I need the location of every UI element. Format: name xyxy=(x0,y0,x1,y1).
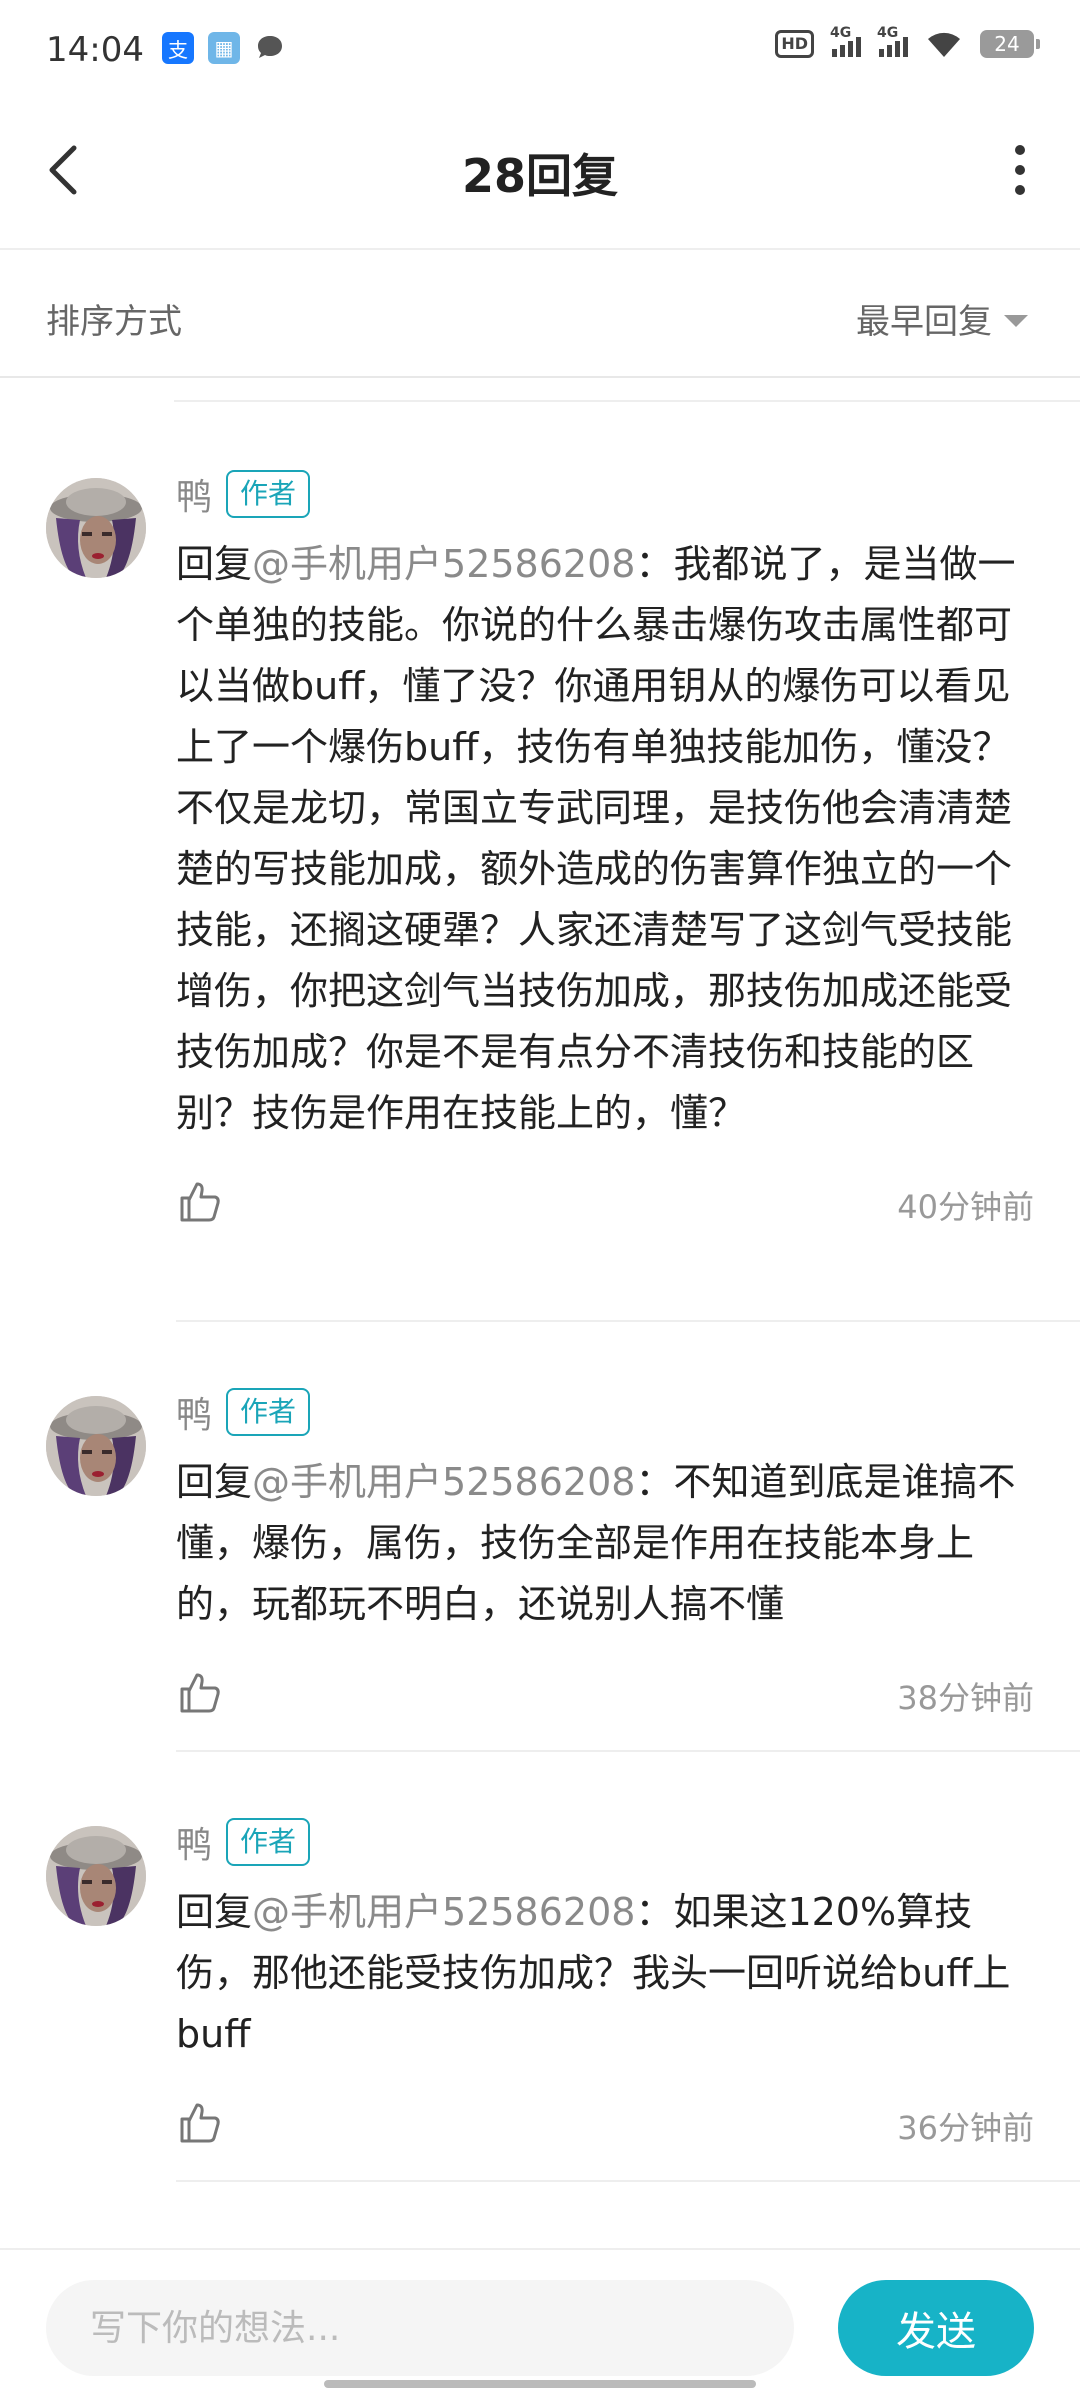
battery-icon: 24 xyxy=(980,30,1040,58)
send-button[interactable]: 发送 xyxy=(838,2280,1034,2376)
username[interactable]: 鸭 xyxy=(176,1816,212,1868)
divider xyxy=(176,1320,1080,1322)
status-time: 14:04 xyxy=(46,30,144,70)
reply-prefix: 回复 xyxy=(176,1460,253,1504)
signal-icon-1: 4G xyxy=(830,25,861,57)
mention-link[interactable]: @手机用户52586208 xyxy=(252,1890,635,1934)
thumbs-up-icon xyxy=(180,2103,220,2143)
comment-text[interactable]: 回复@手机用户52586208：我都说了，是当做一个单独的技能。你说的什么暴击爆… xyxy=(176,534,1034,1144)
mention-link[interactable]: @手机用户52586208 xyxy=(252,542,635,586)
comment-body: 鸭 作者 回复@手机用户52586208：如果这120%算技伤，那他还能受技伤加… xyxy=(176,1816,1034,2159)
reply-bar: 发送 xyxy=(0,2248,1080,2400)
comment-time: 36分钟前 xyxy=(897,2109,1034,2147)
signal-icon-2: 4G xyxy=(877,25,908,57)
caret-down-icon xyxy=(1004,314,1028,327)
thumbs-up-icon xyxy=(180,1182,220,1222)
header: 28回复 xyxy=(0,104,1080,250)
author-badge: 作者 xyxy=(226,1388,311,1436)
reply-input[interactable] xyxy=(46,2280,794,2376)
message-icon xyxy=(254,32,286,64)
avatar[interactable] xyxy=(46,478,146,578)
more-button[interactable] xyxy=(990,140,1050,200)
reply-prefix: 回复 xyxy=(176,542,253,586)
divider xyxy=(174,400,1080,402)
comment-header: 鸭 作者 xyxy=(176,468,1034,520)
mention-link[interactable]: @手机用户52586208 xyxy=(252,1460,635,1504)
comment-footer: 40分钟前 xyxy=(176,1178,1034,1238)
username[interactable]: 鸭 xyxy=(176,1386,212,1438)
comment-time: 38分钟前 xyxy=(897,1679,1034,1717)
reply-prefix: 回复 xyxy=(176,1890,253,1934)
sort-selected: 最早回复 xyxy=(856,302,992,342)
comment-text[interactable]: 回复@手机用户52586208：如果这120%算技伤，那他还能受技伤加成？我头一… xyxy=(176,1882,1034,2065)
comment-footer: 36分钟前 xyxy=(176,2099,1034,2159)
hd-icon: HD xyxy=(775,30,814,58)
notification-icons: 支 ▦ xyxy=(162,32,286,64)
like-button[interactable] xyxy=(176,2099,224,2147)
divider xyxy=(176,2180,1080,2182)
comment-body: 鸭 作者 回复@手机用户52586208：不知道到底是谁搞不懂，爆伤，属伤，技伤… xyxy=(176,1386,1034,1729)
divider xyxy=(176,1750,1080,1752)
status-right: HD 4G 4G 24 xyxy=(775,25,1040,58)
status-bar: 14:04 支 ▦ HD 4G 4G 24 xyxy=(0,0,1080,104)
username[interactable]: 鸭 xyxy=(176,468,212,520)
wifi-icon xyxy=(928,32,960,57)
author-badge: 作者 xyxy=(226,470,311,518)
like-button[interactable] xyxy=(176,1669,224,1717)
like-button[interactable] xyxy=(176,1178,224,1226)
comment-header: 鸭 作者 xyxy=(176,1386,1034,1438)
sort-bar: 排序方式 最早回复 xyxy=(0,252,1080,378)
comment-header: 鸭 作者 xyxy=(176,1816,1034,1868)
avatar[interactable] xyxy=(46,1826,146,1926)
comment-content: ：我都说了，是当做一个单独的技能。你说的什么暴击爆伤攻击属性都可以当做buff，… xyxy=(176,542,1016,1135)
more-vertical-icon xyxy=(1015,145,1025,195)
comment-text[interactable]: 回复@手机用户52586208：不知道到底是谁搞不懂，爆伤，属伤，技伤全部是作用… xyxy=(176,1452,1034,1635)
comment-footer: 38分钟前 xyxy=(176,1669,1034,1729)
comment-time: 40分钟前 xyxy=(897,1188,1034,1226)
alipay-icon: 支 xyxy=(162,32,194,64)
author-badge: 作者 xyxy=(226,1818,311,1866)
thumbs-up-icon xyxy=(180,1673,220,1713)
sort-label: 排序方式 xyxy=(46,302,182,342)
page-title: 28回复 xyxy=(461,149,618,203)
sort-dropdown[interactable]: 最早回复 xyxy=(856,294,1028,343)
avatar[interactable] xyxy=(46,1396,146,1496)
comment-body: 鸭 作者 回复@手机用户52586208：我都说了，是当做一个单独的技能。你说的… xyxy=(176,468,1034,1238)
app-icon: ▦ xyxy=(208,32,240,64)
home-indicator[interactable] xyxy=(324,2380,756,2388)
